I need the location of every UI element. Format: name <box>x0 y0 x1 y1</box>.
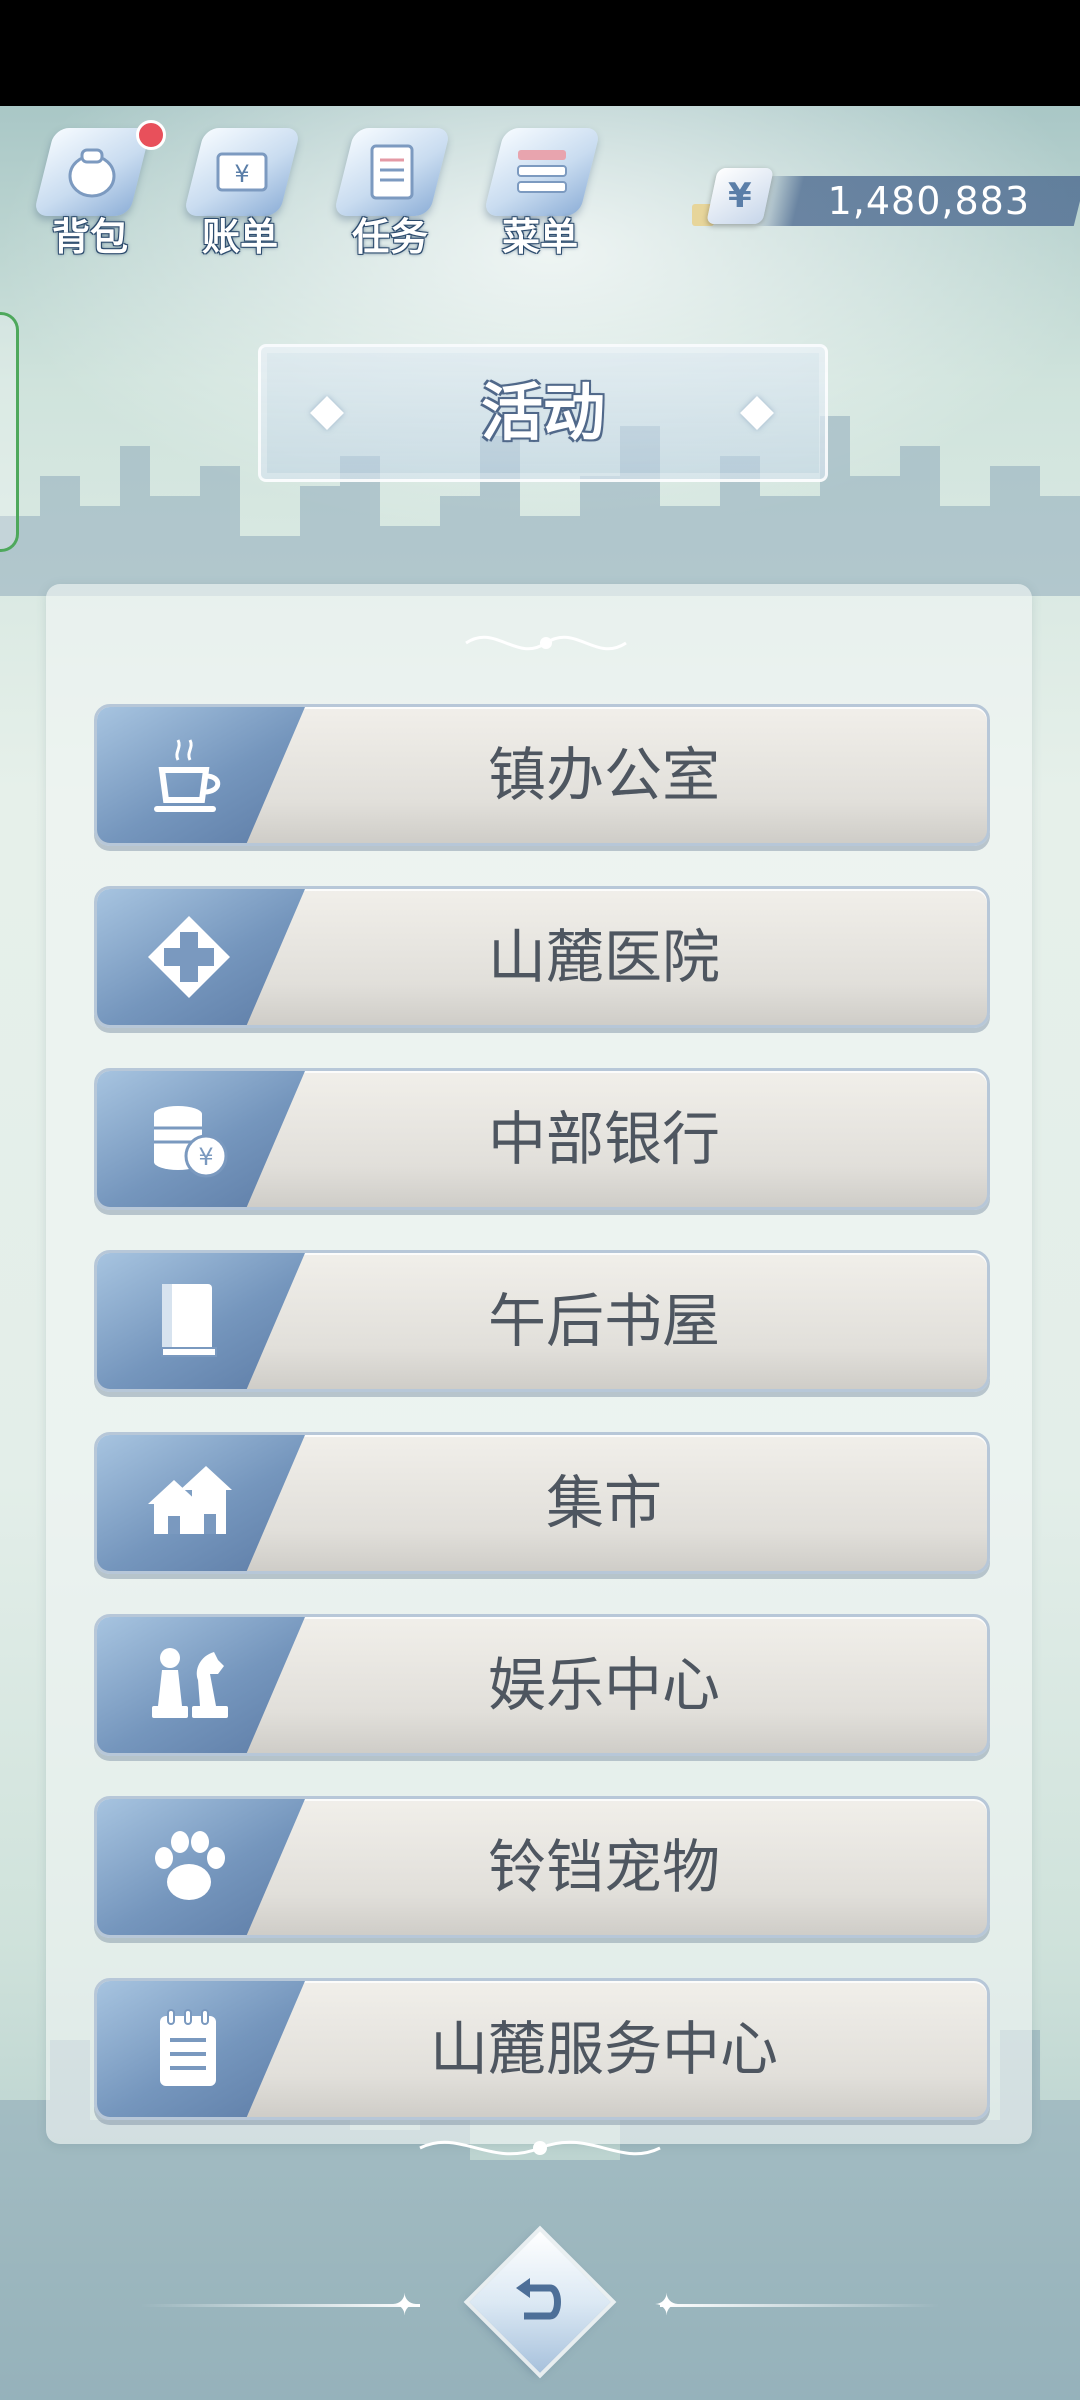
task-label: 任务 <box>351 215 428 259</box>
paw-icon <box>155 1831 225 1900</box>
backpack-icon <box>68 148 116 198</box>
menu-label: 菜单 <box>501 215 578 259</box>
svg-text:¥: ¥ <box>198 1143 213 1171</box>
menu-item-entertainment-center[interactable]: 娱乐中心 <box>94 1614 990 1756</box>
menu-item-service-center[interactable]: 山麓服务中心 <box>94 1978 990 2120</box>
sparkle-icon: ✦ <box>392 2288 418 2323</box>
divider-right <box>660 2304 940 2307</box>
bill-icon: ¥ <box>216 152 268 192</box>
scroll-ornament-top <box>465 635 627 651</box>
backpack-label: 背包 <box>51 215 128 259</box>
chess-pieces-icon <box>152 1648 228 1718</box>
menu-item-label: 午后书屋 <box>487 1287 720 1355</box>
menu-item-hospital[interactable]: 山麓医院 <box>94 886 990 1028</box>
menu-item-market[interactable]: 集市 <box>94 1432 990 1574</box>
back-button[interactable] <box>469 2231 611 2373</box>
bill-button[interactable]: ¥ 账单 <box>180 110 301 260</box>
page-title: 活动 <box>480 376 605 449</box>
menu-item-label: 铃铛宠物 <box>487 1833 720 1901</box>
menu-item-label: 娱乐中心 <box>487 1651 720 1719</box>
menu-item-pet-shop[interactable]: 铃铛宠物 <box>94 1796 990 1938</box>
sparkle-icon: ✦ <box>654 2288 680 2323</box>
yen-icon: ¥ <box>706 168 774 224</box>
menu-button[interactable]: 菜单 <box>480 110 601 260</box>
side-drawer-tab[interactable] <box>0 312 19 552</box>
book-icon <box>161 1284 217 1357</box>
backpack-button[interactable]: 背包 <box>30 110 151 260</box>
svg-text:¥: ¥ <box>234 160 249 188</box>
menu-item-bookstore[interactable]: 午后书屋 <box>94 1250 990 1392</box>
status-bar <box>0 0 1080 106</box>
coin-stack-yen-icon: ¥ <box>154 1106 228 1178</box>
notepad-icon <box>160 2009 216 2086</box>
menu-item-label: 集市 <box>545 1469 662 1537</box>
divider-left <box>140 2304 420 2307</box>
menu-item-label: 山麓服务中心 <box>429 2015 778 2083</box>
money-value: 1,480,883 <box>827 179 1030 223</box>
menu-item-bank[interactable]: ¥ 中部银行 <box>94 1068 990 1210</box>
menu-item-label: 中部银行 <box>487 1105 720 1173</box>
task-icon <box>370 144 414 200</box>
menu-item-label: 山麓医院 <box>487 923 720 991</box>
menu-icon <box>517 150 567 193</box>
houses-icon <box>148 1466 232 1534</box>
title-plaque: 活动 <box>258 344 828 482</box>
scroll-ornament-bottom <box>419 2140 661 2156</box>
coffee-cup-icon <box>154 739 221 812</box>
task-button[interactable]: 任务 <box>330 110 451 260</box>
back-arrow-icon <box>516 2278 561 2320</box>
menu-item-town-office[interactable]: 镇办公室 <box>94 704 990 846</box>
hospital-cross-icon <box>148 916 230 998</box>
notification-badge <box>136 120 166 150</box>
menu-item-label: 镇办公室 <box>487 741 720 809</box>
bill-label: 账单 <box>201 215 278 259</box>
